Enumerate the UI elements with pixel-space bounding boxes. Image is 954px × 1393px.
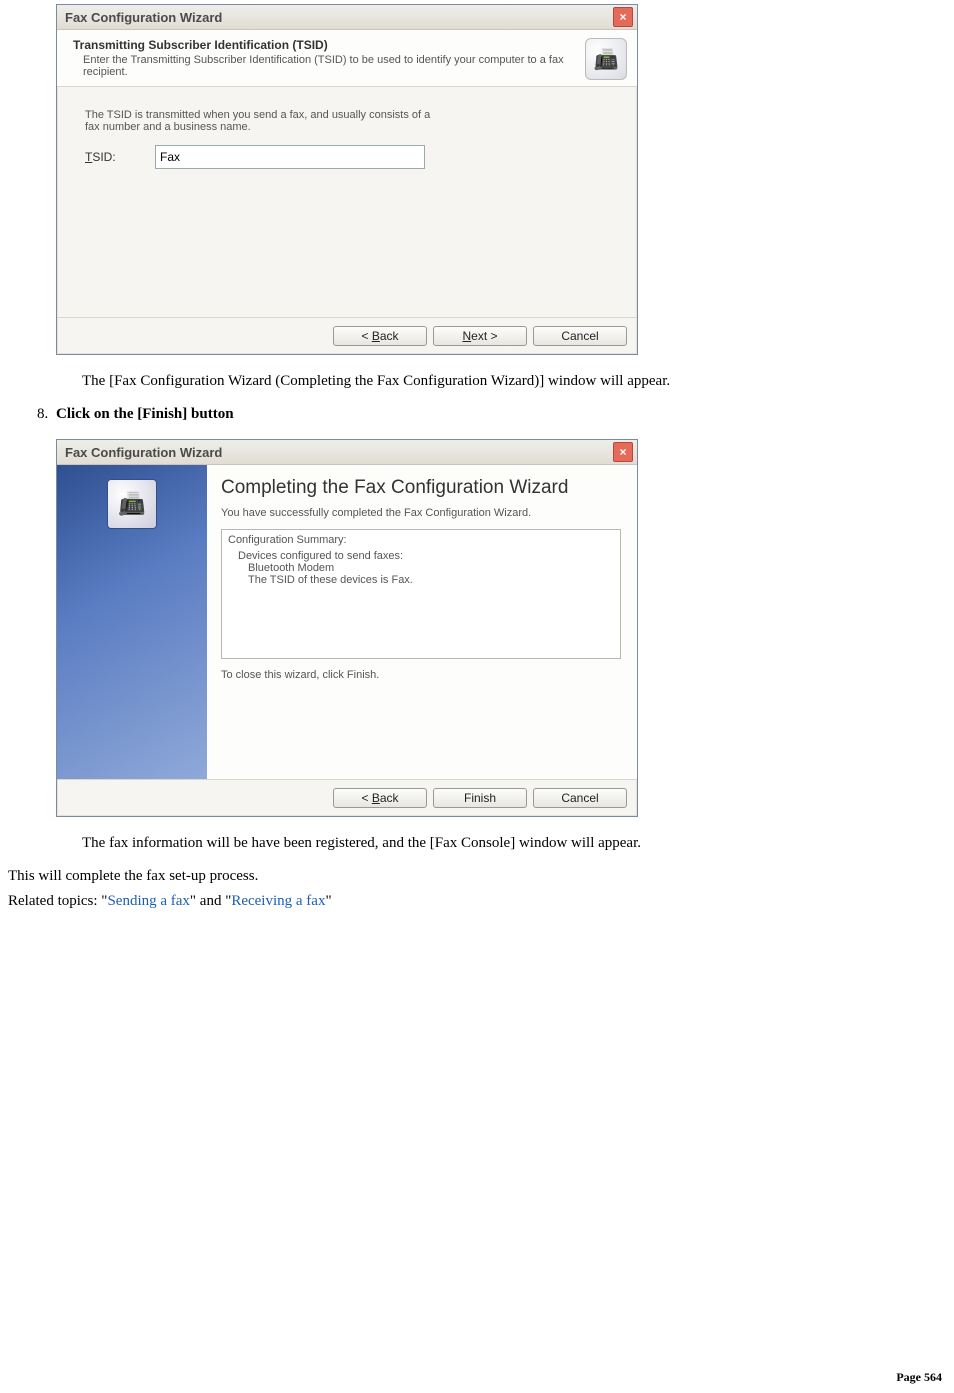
summary-line-3: The TSID of these devices is Fax.: [228, 574, 614, 586]
cancel-button[interactable]: Cancel: [533, 788, 627, 808]
tsid-label: TSID:: [85, 150, 155, 164]
finish-button[interactable]: Finish: [433, 788, 527, 808]
summary-line-1: Devices configured to send faxes:: [228, 550, 614, 562]
page-number: Page 564: [8, 1370, 946, 1385]
dialog-body: 📠 Completing the Fax Configuration Wizar…: [57, 465, 637, 779]
fax-wizard-complete-dialog: Fax Configuration Wizard × 📠 Completing …: [56, 439, 638, 817]
summary-label: Configuration Summary:: [228, 534, 614, 546]
button-bar: < Back Next > Cancel: [57, 317, 637, 354]
paragraph-after-dialog1: The [Fax Configuration Wizard (Completin…: [82, 373, 946, 390]
next-button[interactable]: Next >: [433, 326, 527, 346]
completing-heading: Completing the Fax Configuration Wizard: [221, 477, 621, 499]
window-title: Fax Configuration Wizard: [65, 10, 222, 25]
step-8-text: Click on the [Finish] button: [56, 406, 234, 422]
closing-text: To close this wizard, click Finish.: [221, 669, 621, 681]
fax-icon: 📠: [107, 479, 157, 529]
close-icon[interactable]: ×: [613, 7, 633, 27]
closing-paragraph: This will complete the fax set-up proces…: [8, 868, 946, 885]
close-icon[interactable]: ×: [613, 442, 633, 462]
link-sending-fax[interactable]: Sending a fax: [107, 893, 189, 909]
button-bar: < Back Finish Cancel: [57, 779, 637, 816]
dialog-content: The TSID is transmitted when you send a …: [57, 87, 637, 317]
completing-subtext: You have successfully completed the Fax …: [221, 507, 621, 519]
link-receiving-fax[interactable]: Receiving a fax: [231, 893, 325, 909]
step-8: Click on the [Finish] button: [52, 406, 946, 423]
back-button[interactable]: < Back: [333, 326, 427, 346]
side-panel: 📠: [57, 465, 207, 779]
fax-icon: 📠: [585, 38, 627, 80]
summary-box: Configuration Summary: Devices configure…: [221, 529, 621, 659]
header-subtext: Enter the Transmitting Subscriber Identi…: [83, 54, 573, 78]
fax-wizard-tsid-dialog: Fax Configuration Wizard × Transmitting …: [56, 4, 638, 355]
titlebar: Fax Configuration Wizard ×: [57, 440, 637, 465]
header-title: Transmitting Subscriber Identification (…: [73, 38, 577, 52]
titlebar: Fax Configuration Wizard ×: [57, 5, 637, 30]
dialog-header-area: Transmitting Subscriber Identification (…: [57, 30, 637, 87]
paragraph-after-dialog2: The fax information will be have been re…: [82, 835, 946, 852]
related-topics: Related topics: "Sending a fax" and "Rec…: [8, 893, 946, 910]
right-pane: Completing the Fax Configuration Wizard …: [207, 465, 637, 779]
window-title: Fax Configuration Wizard: [65, 445, 222, 460]
step-list: Click on the [Finish] button: [34, 406, 946, 423]
summary-line-2: Bluetooth Modem: [228, 562, 614, 574]
tsid-input[interactable]: [155, 145, 425, 169]
back-button[interactable]: < Back: [333, 788, 427, 808]
body-text: The TSID is transmitted when you send a …: [85, 109, 445, 133]
cancel-button[interactable]: Cancel: [533, 326, 627, 346]
